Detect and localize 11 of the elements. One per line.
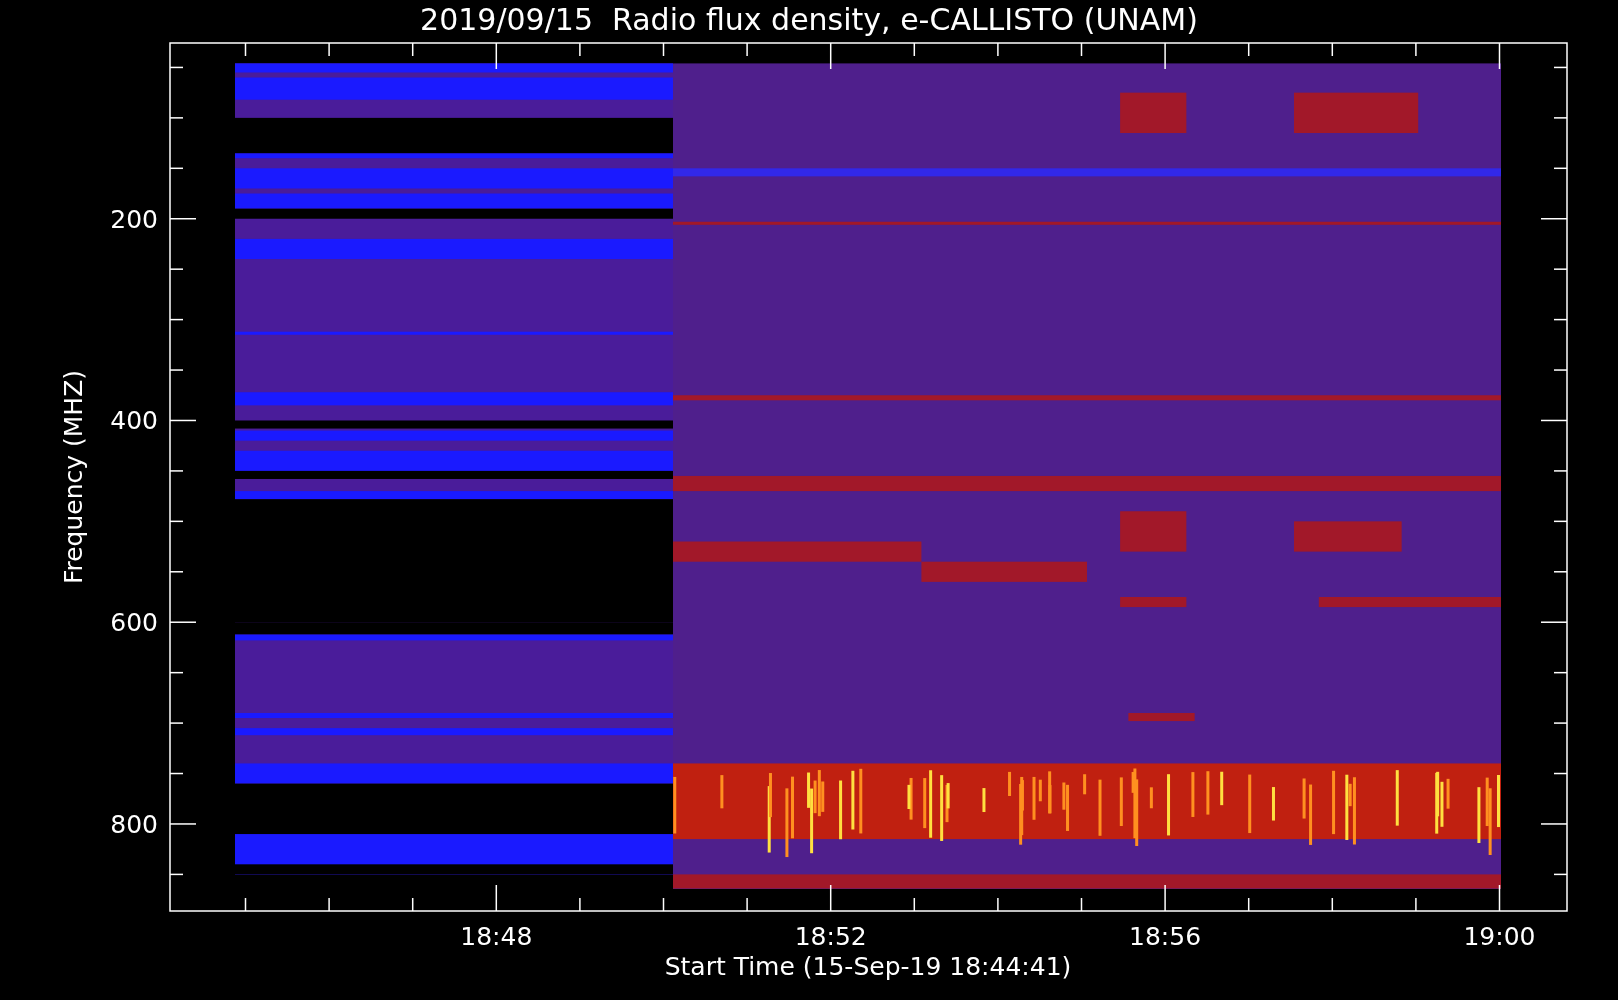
- x-axis-label: Start Time (15-Sep-19 18:44:41): [664, 952, 1072, 981]
- y-tick-label: 400: [110, 406, 158, 436]
- y-tick-label: 200: [110, 204, 158, 234]
- x-tick-label: 19:00: [1463, 922, 1536, 951]
- y-axis-label: Frequency (MHZ): [59, 369, 88, 585]
- y-tick-label: 800: [110, 809, 158, 839]
- chart-title: 2019/09/15 Radio flux density, e-CALLISTO (UNAM): [420, 2, 1198, 37]
- x-tick-label: 18:52: [794, 922, 867, 951]
- x-tick-label: 18:48: [460, 922, 533, 951]
- x-tick-label: 18:56: [1129, 922, 1202, 951]
- y-tick-label: 600: [110, 608, 158, 638]
